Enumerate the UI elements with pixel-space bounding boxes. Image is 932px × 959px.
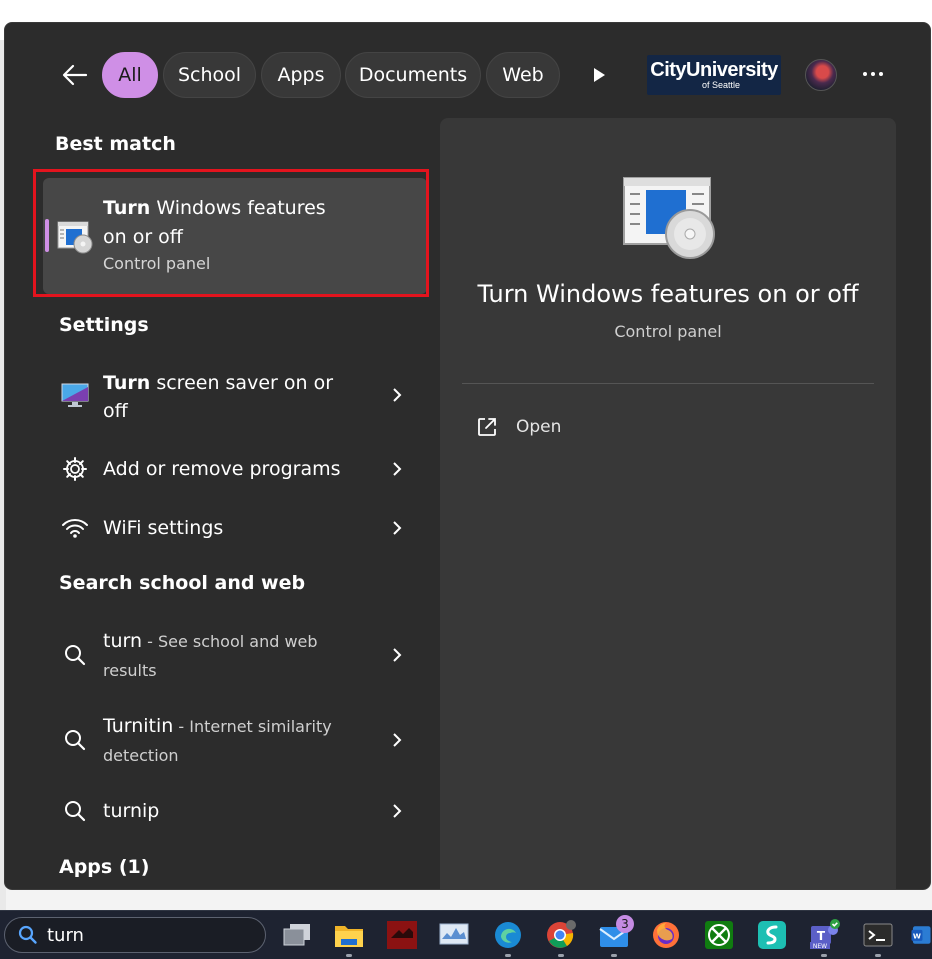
chevron-right-icon [390,459,404,479]
organization-logo: CityUniversity of Seattle [647,55,781,95]
settings-item-label: Turn screen saver on or off [103,372,334,422]
monitor-icon [57,377,93,413]
search-icon [57,793,93,829]
web-result-turnip[interactable]: turnip [49,793,424,829]
preview-title: Turn Windows features on or off [477,280,859,308]
chevron-right-icon [390,385,404,405]
open-label: Open [516,417,562,437]
tab-documents[interactable]: Documents [345,52,481,98]
settings-item-wifi[interactable]: WiFi settings [49,510,424,546]
search-icon [57,722,93,758]
teams-icon[interactable]: T NEW [806,917,842,957]
web-result-turn[interactable]: turn - See school and web results [49,623,424,685]
mail-icon[interactable]: 3 [596,915,634,957]
search-topbar: All School Apps Documents Web CityUniver… [5,23,930,113]
running-indicator [875,954,881,957]
taskbar-search[interactable] [4,917,266,953]
best-match-result[interactable]: Turn Windows features on or off Control … [43,178,427,294]
web-result-label: turnip [103,800,160,822]
app-red-icon[interactable] [384,917,420,953]
chrome-icon[interactable] [543,917,579,957]
gear-icon [57,451,93,487]
best-match-subtitle: Control panel [103,254,211,273]
tab-all[interactable]: All [102,52,158,98]
running-indicator [558,954,564,957]
word-icon[interactable]: W [910,917,932,953]
more-dot-icon [871,72,875,76]
web-result-turnitin[interactable]: Turnitin - Internet similarity detection [49,708,424,770]
xbox-icon[interactable] [701,917,737,953]
best-match-title: Turn Windows features on or off [103,197,326,248]
more-dot-icon [863,72,867,76]
back-arrow-icon [62,64,88,86]
open-external-icon [478,418,496,436]
apps-heading: Apps (1) [59,856,150,878]
firefox-icon[interactable] [648,917,684,953]
tab-apps[interactable]: Apps [261,52,341,98]
org-logo-name: CityUniversity [650,59,778,81]
running-indicator [505,954,511,957]
windows-features-icon [620,174,720,260]
best-match-heading: Best match [55,133,176,155]
settings-item-add-remove-programs[interactable]: Add or remove programs [49,451,424,487]
monitor-app-icon[interactable] [436,917,472,953]
mail-badge: 3 [616,915,634,933]
search-input[interactable] [45,923,249,947]
settings-heading: Settings [59,314,149,336]
selection-indicator [45,219,49,252]
file-explorer-icon[interactable] [331,917,367,957]
preview-subtitle: Control panel [614,322,722,341]
play-icon [594,68,605,82]
org-logo-sub: of Seattle [701,80,741,90]
search-icon [17,924,39,946]
chevron-right-icon [390,645,404,665]
search-icon [57,637,93,673]
settings-item-label: Add or remove programs [103,458,341,480]
svg-text:NEW: NEW [813,943,827,950]
web-result-label: turn - See school and web results [103,630,318,680]
wifi-icon [57,510,93,546]
user-avatar[interactable] [805,59,837,91]
running-indicator [346,954,352,957]
svg-text:W: W [913,931,921,940]
settings-item-screen-saver[interactable]: Turn screen saver on or off [49,365,424,427]
svg-text:T: T [817,929,826,943]
running-indicator [821,954,827,957]
open-action[interactable]: Open [476,410,561,444]
more-dot-icon [879,72,883,76]
surfshark-icon[interactable] [754,917,790,953]
terminal-icon[interactable] [860,917,896,957]
task-view-icon[interactable] [279,917,315,953]
web-result-label: Turnitin - Internet similarity detection [103,715,332,765]
running-indicator [611,954,617,957]
preview-divider [462,383,874,384]
chevron-right-icon [390,730,404,750]
settings-item-label: WiFi settings [103,517,224,539]
chevron-right-icon [390,518,404,538]
search-flyout: All School Apps Documents Web CityUniver… [4,22,931,890]
preview-pane: Turn Windows features on or off Control … [440,118,896,889]
tab-school[interactable]: School [163,52,256,98]
windows-features-icon [57,220,93,254]
more-tabs-button[interactable] [583,63,615,87]
taskbar: 3 TNEW W [0,910,932,959]
edge-icon[interactable] [490,917,526,957]
back-button[interactable] [57,61,93,89]
chevron-right-icon [390,801,404,821]
more-options-button[interactable] [857,61,889,87]
web-search-heading: Search school and web [59,572,306,594]
tab-web[interactable]: Web [486,52,560,98]
